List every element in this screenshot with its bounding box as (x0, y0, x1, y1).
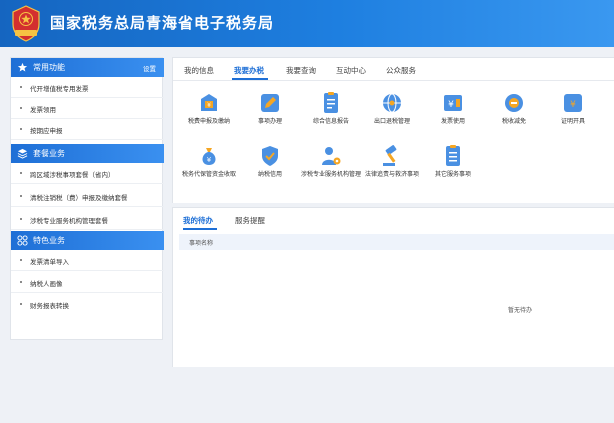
service-label: 税费申报及缴纳 (187, 118, 230, 125)
sidebar-item[interactable]: 财务报表转换 (11, 294, 164, 315)
active-tab-indicator (183, 228, 217, 230)
sidebar-item[interactable]: 发票清单导入 (11, 250, 164, 271)
tab-interaction[interactable]: 互动中心 (336, 65, 366, 76)
bullet-icon (20, 172, 22, 174)
sidebar: 常用功能 设置 代开增值税专用发票 发票领用 按期应申报 套餐业务 跨区域涉税事… (10, 57, 164, 340)
svg-text:¥: ¥ (207, 102, 211, 109)
empty-state-text: 暂无待办 (508, 307, 533, 314)
service-panel: 我的信息 我要办税 我要查询 互动中心 公众服务 ¥ 税费申报及缴纳 事项办理 … (172, 57, 614, 203)
bullet-icon (20, 86, 22, 88)
sidebar-item[interactable]: 纳税人画像 (11, 272, 164, 293)
sidebar-item-label: 按期应申报 (30, 127, 63, 135)
sidebar-item[interactable]: 涉税专业服务机构管理套餐 (11, 209, 164, 230)
service-label: 事项办理 (257, 118, 282, 125)
tab-do-tax[interactable]: 我要办税 (234, 65, 264, 76)
sidebar-item-label: 跨区域涉税事项套餐（省内） (30, 171, 115, 179)
tab-public-service[interactable]: 公众服务 (386, 65, 416, 76)
service-agency-management[interactable]: 涉税专业服务机构管理 (301, 144, 361, 199)
service-other[interactable]: 其它服务事项 (423, 144, 483, 199)
service-label: 其它服务事项 (434, 171, 471, 178)
sidebar-item-label: 发票领用 (30, 106, 56, 114)
service-fund-custody[interactable]: ¥ 税务代保管资金收取 (179, 144, 239, 199)
svg-text:¥: ¥ (448, 100, 454, 110)
service-export-refund[interactable]: 出口退税管理 (362, 91, 422, 136)
gavel-icon (383, 145, 397, 166)
service-tax-credit[interactable]: 纳税信用 (240, 144, 300, 199)
sidebar-item-label: 代开增值税专用发票 (30, 85, 89, 93)
person-gear-icon (322, 147, 341, 165)
service-label: 税收减免 (501, 118, 526, 125)
sidebar-item[interactable]: 按期应申报 (11, 119, 164, 140)
list-icon (446, 145, 460, 166)
bullet-icon (20, 195, 22, 197)
service-invoice-use[interactable]: ¥ 发票使用 (423, 91, 483, 136)
star-icon (17, 62, 28, 72)
service-label: 涉税专业服务机构管理 (301, 171, 362, 178)
tab-service-reminder[interactable]: 服务提醒 (235, 215, 265, 226)
service-label: 税务代保管资金收取 (181, 171, 236, 178)
table-header: 事项名称 (179, 234, 614, 250)
tab-my-info[interactable]: 我的信息 (184, 65, 214, 76)
column-header-item-name: 事项名称 (189, 240, 214, 247)
sidebar-item[interactable]: 代开增值税专用发票 (11, 77, 164, 98)
shield-icon (262, 146, 278, 166)
layers-icon (17, 148, 28, 159)
section-header-featured[interactable]: 特色业务 (11, 231, 164, 250)
section-header-common[interactable]: 常用功能 设置 (11, 58, 164, 77)
site-header: 国家税务总局青海省电子税务局 (0, 0, 614, 47)
document-icon (324, 92, 338, 113)
certificate-icon: ¥ (564, 94, 582, 112)
tax-relief-icon (505, 94, 523, 112)
sidebar-item[interactable]: 发票领用 (11, 98, 164, 119)
sidebar-item-label: 纳税人画像 (30, 280, 63, 288)
service-label: 综合信息报告 (312, 118, 349, 125)
service-certificate[interactable]: ¥ 证明开具 (543, 91, 603, 136)
bullet-icon (20, 281, 22, 283)
bullet-icon (20, 218, 22, 220)
sidebar-item-label: 发票清单导入 (30, 258, 69, 266)
service-legal-remedy[interactable]: 法律追责与救济事项 (362, 144, 422, 199)
money-bag-icon: ¥ (202, 148, 216, 165)
globe-icon (383, 93, 401, 113)
section-header-package[interactable]: 套餐业务 (11, 144, 164, 163)
service-label: 纳税信用 (257, 171, 282, 178)
tax-declare-icon: ¥ (201, 94, 217, 111)
sidebar-item-label: 财务报表转换 (30, 302, 69, 310)
service-tax-relief[interactable]: 税收减免 (484, 91, 544, 136)
service-label: 证明开具 (560, 118, 585, 125)
grid-icon (17, 235, 28, 246)
sidebar-item-label: 清税注销税（费）申报及缴纳套餐 (30, 194, 128, 202)
sidebar-item-label: 涉税专业服务机构管理套餐 (30, 217, 108, 225)
tab-query[interactable]: 我要查询 (286, 65, 316, 76)
bullet-icon (20, 259, 22, 261)
service-label: 法律追责与救济事项 (364, 171, 419, 178)
section-title: 常用功能 (33, 63, 65, 72)
svg-text:¥: ¥ (207, 156, 212, 164)
bullet-icon (20, 303, 22, 305)
service-matters[interactable]: 事项办理 (240, 91, 300, 136)
site-title: 国家税务总局青海省电子税务局 (50, 14, 275, 32)
svg-text:¥: ¥ (570, 100, 576, 110)
pencil-icon (261, 94, 279, 112)
todo-panel: 我的待办 服务提醒 事项名称 暂无待办 (172, 207, 614, 367)
sidebar-item[interactable]: 跨区域涉税事项套餐（省内） (11, 163, 164, 184)
bullet-icon (20, 107, 22, 109)
tabs-divider (173, 80, 614, 81)
sidebar-item[interactable]: 清税注销税（费）申报及缴纳套餐 (11, 186, 164, 207)
service-label: 发票使用 (440, 118, 465, 125)
tax-emblem-icon (12, 5, 40, 42)
service-label: 出口退税管理 (373, 118, 410, 125)
section-title: 特色业务 (33, 236, 65, 245)
section-title: 套餐业务 (33, 149, 65, 158)
settings-link[interactable]: 设置 (143, 63, 156, 73)
service-tax-declare[interactable]: ¥ 税费申报及缴纳 (179, 91, 239, 136)
service-info-report[interactable]: 综合信息报告 (301, 91, 361, 136)
tab-my-todo[interactable]: 我的待办 (183, 215, 213, 226)
bullet-icon (20, 128, 22, 130)
invoice-icon: ¥ (444, 95, 462, 111)
